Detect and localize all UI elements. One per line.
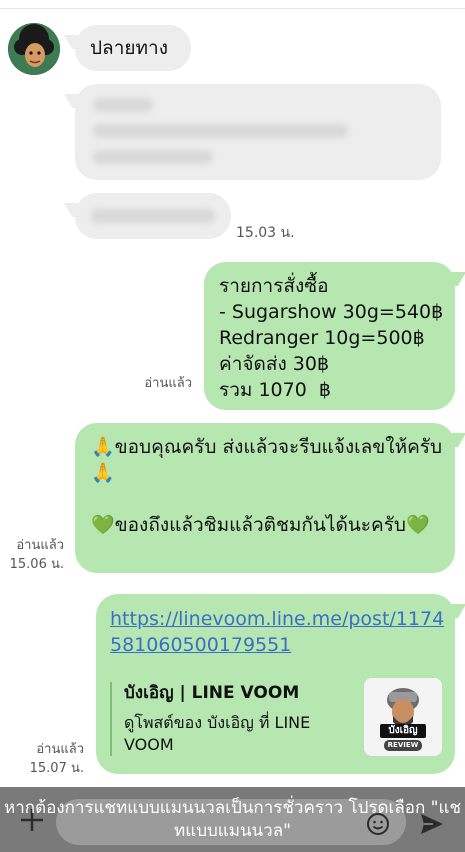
post-link[interactable]: https://linevoom.line.me/post/1174581060…: [110, 606, 448, 658]
blurred-line: [93, 124, 348, 138]
manual-chat-notice: หากต้องการแชทแบบแมนนวลเป็นการชั่วคราว โป…: [4, 798, 461, 841]
sent-message-link[interactable]: https://linevoom.line.me/post/1174581060…: [96, 594, 455, 774]
received-message-sender-name[interactable]: ปลายทาง: [75, 25, 191, 71]
sent-message-order-summary[interactable]: รายการสั่งซื้อ - Sugarshow 30g=540฿ Redr…: [204, 262, 455, 410]
read-receipt: อ่านแล้ว: [16, 538, 64, 553]
link-preview-description: ดูโพสต์ของ บังเอิญ ที่ LINE VOOM: [124, 713, 311, 754]
thumbnail-caption: บังเอิญ: [388, 725, 418, 736]
sent-message-thanks[interactable]: 🙏ขอบคุณครับ ส่งแล้วจะรีบแจ้งเลขให้ครับ🙏 …: [75, 423, 455, 573]
message-time: 15.07 น.: [29, 761, 84, 776]
order-summary-text: รายการสั่งซื้อ - Sugarshow 30g=540฿ Redr…: [219, 275, 444, 401]
received-message-blurred-phone[interactable]: [75, 193, 231, 239]
read-receipt: อ่านแล้ว: [36, 742, 84, 757]
sender-name-text: ปลายทาง: [90, 37, 168, 59]
link-preview-card[interactable]: บังเอิญ | LINE VOOM ดูโพสต์ของ บังเอิญ ท…: [110, 678, 444, 756]
avatar[interactable]: [8, 23, 60, 75]
avatar-face-icon: [8, 23, 60, 75]
message-time: 15.06 น.: [9, 557, 64, 572]
link-preview-thumbnail[interactable]: บังเอิญ REVIEW: [364, 678, 442, 756]
blurred-line: [93, 98, 153, 112]
received-message-blurred-address[interactable]: [75, 84, 441, 180]
read-receipt: อ่านแล้ว: [144, 376, 192, 391]
blurred-line: [93, 150, 213, 164]
thumbnail-badge: REVIEW: [387, 741, 419, 749]
thanks-text: 🙏ขอบคุณครับ ส่งแล้วจะรีบแจ้งเลขให้ครับ🙏 …: [91, 436, 443, 536]
top-divider: [0, 8, 465, 9]
link-preview-title: บังเอิญ | LINE VOOM: [124, 683, 300, 703]
message-time: 15.03 น.: [236, 225, 295, 241]
blurred-line: [91, 209, 215, 223]
